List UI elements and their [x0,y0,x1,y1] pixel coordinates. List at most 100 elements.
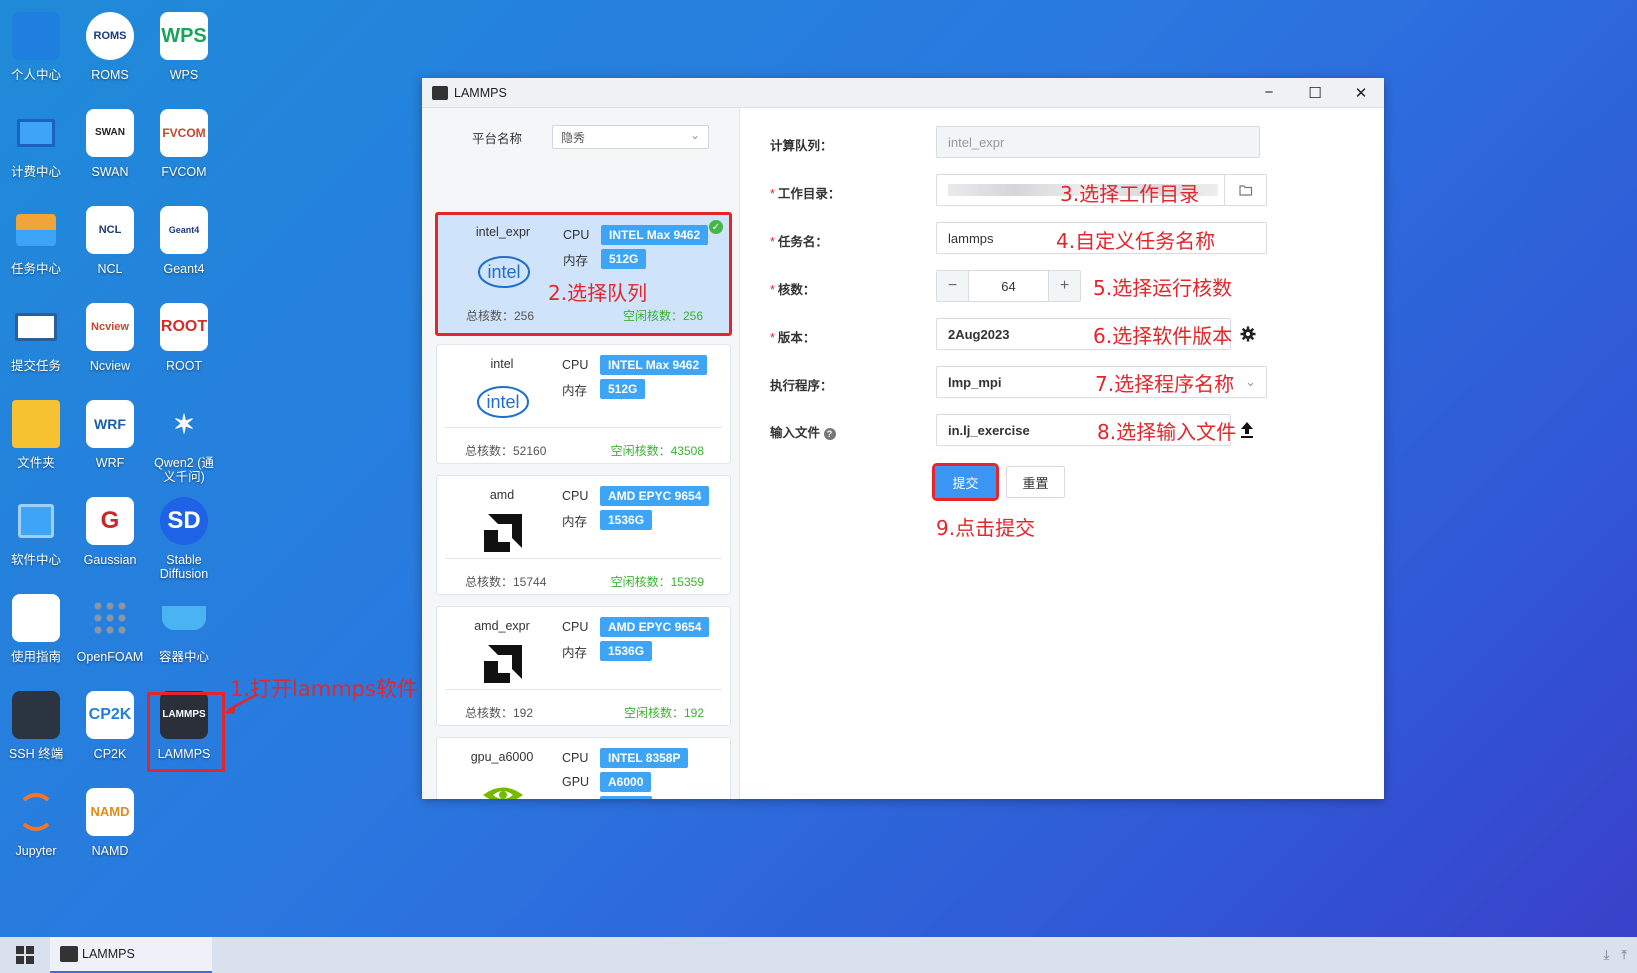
nvidia-logo [473,774,533,799]
desktop-icon-ncl[interactable]: NCL NCL [74,206,146,276]
reset-button[interactable]: 重置 [1006,466,1065,498]
idle-cores: 空闲核数：192 [623,706,704,720]
desktop-icon-root[interactable]: ROOT ROOT [148,303,220,373]
gear-icon[interactable] [1240,326,1256,342]
queue-card-intel[interactable]: intel intel CPU INTEL Max 9462 内存 512G 总核数：521… [436,344,731,464]
spec-badge: INTEL Max 9462 [601,225,709,245]
spec-key: 内存 [563,253,589,268]
desktop-icon-label: ROMS [91,68,129,82]
swan-icon: SWAN [86,109,134,157]
desktop-icon-software-center[interactable]: 软件中心 [0,497,72,567]
spec-key: 内存 [562,383,588,398]
desktop-icon-label: 提交任务 [10,359,61,373]
desktop-icon-openfoam[interactable]: OpenFOAM [74,594,146,664]
spec-row: 内存 512G [562,377,707,401]
desktop-icon-cp2k[interactable]: CP2K CP2K [74,691,146,761]
desktop-icon-geant4[interactable]: Geant4 Geant4 [148,206,220,276]
cores-label: * 核数： [770,283,816,297]
amd-logo [473,512,533,554]
queue-specs: CPU INTEL 8358P GPU A6000 内存1024G [562,746,689,800]
taskbar-item-lammps[interactable]: LAMMPS [50,937,212,973]
desktop-icon-monitor[interactable]: 计费中心 [0,109,72,179]
annotation-workdir: 3.选择工作目录 [1060,182,1200,206]
spec-key: CPU [562,489,589,503]
plus-button[interactable]: + [1048,271,1080,301]
intel-logo-icon: intel [477,386,529,418]
spec-key: 内存 [562,797,600,800]
desktop-icon-fvcom[interactable]: FVCOM FVCOM [148,109,220,179]
workdir-label: * 工作目录： [770,187,841,201]
desktop-icon-roms[interactable]: ROMS ROMS [74,12,146,82]
download-icon[interactable]: ⤓ [1604,947,1610,963]
queue-name: amd_expr [474,619,530,633]
spec-badge: 1536G [600,510,653,530]
desktop-icon-label: Qwen2 (通义千问) [154,456,214,484]
desktop-icon-qwen[interactable]: ✶ Qwen2 (通义千问) [148,400,220,484]
total-cores: 总核数：256 [466,309,535,323]
desktop-icon-label: Ncview [89,359,131,373]
taskbar: LAMMPS ⤓ ⤒ [0,937,1637,973]
upload-icon[interactable] [1240,421,1254,439]
desktop-icon-wrf[interactable]: WRF WRF [74,400,146,470]
queue-specs: CPU AMD EPYC 9654 内存 1536G [562,615,710,663]
spec-key: CPU [562,620,589,634]
spec-row: CPU AMD EPYC 9654 [562,615,710,639]
desktop-icon-swan[interactable]: SWAN SWAN [74,109,146,179]
desktop-icon-label: 个人中心 [10,68,61,82]
queue-card-intel_expr[interactable]: intel_expr intel CPU INTEL Max 9462 内存 512G 总核… [435,212,732,336]
desktop-icon-task-center[interactable]: 任务中心 [0,206,72,276]
total-cores: 总核数：52160 [465,444,547,458]
stable-diffusion-icon: SD [160,497,208,545]
queue-card-amd[interactable]: amd CPU AMD EPYC 9654 内存 1536G 总核数：15744 空闲核数：… [436,475,731,595]
help-icon[interactable]: ? [823,428,836,440]
card-divider [445,427,722,428]
desktop-icon-label: OpenFOAM [76,650,144,664]
platform-select[interactable]: 隐秀 ⌄ [552,125,710,149]
spec-badge: AMD EPYC 9654 [600,486,710,506]
intel-logo: intel [474,251,534,293]
desktop-icon-label: WRF [95,456,125,470]
desktop-icon-namd[interactable]: NAMD NAMD [74,788,146,858]
spec-row: 内存 512G [563,247,708,271]
gaussian-icon: G [86,497,134,545]
folder-icon-button[interactable] [1224,175,1267,205]
version-label: * 版本： [770,331,816,345]
maximize-button[interactable]: ☐ [1292,78,1338,108]
desktop-icon-gaussian[interactable]: G Gaussian [74,497,146,567]
spec-row: GPU A6000 [562,770,688,794]
job-form: 计算队列： intel_expr * 工作目录： 3.选择工作目录 * 任务名： l… [740,108,1384,799]
desktop-icon-terminal[interactable]: SSH 终端 [0,691,72,761]
desktop-icon-guide[interactable]: 使用指南 [0,594,72,664]
spec-key: 内存 [562,514,588,529]
queue-card-gpu_a6000[interactable]: gpu_a6000 CPU INTEL 8358P GPU A6000 内存1024G [436,737,731,799]
desktop-icon-jupyter[interactable]: Jupyter [0,788,72,858]
amd-logo [473,643,533,685]
close-button[interactable]: ✕ [1338,78,1384,108]
desktop-icon-docker[interactable]: 容器中心 [148,594,220,664]
queue-name: gpu_a6000 [470,750,534,764]
spec-row: CPU INTEL Max 9462 [563,223,709,247]
submit-button[interactable]: 提交 [932,463,999,501]
amd-logo-icon [484,645,522,683]
cores-stepper[interactable]: − 64 + [936,270,1081,302]
annotation-arrow [224,692,259,714]
queue-card-amd_expr[interactable]: amd_expr CPU AMD EPYC 9654 内存 1536G 总核数：192 空闲… [436,606,731,726]
start-button[interactable] [0,937,50,973]
desktop-icon-wps[interactable]: WPS WPS [148,12,220,82]
desktop-icon-ncview[interactable]: Ncview Ncview [74,303,146,373]
minimize-button[interactable]: − [1246,78,1292,108]
desktop-icon-folder[interactable]: 文件夹 [0,400,72,470]
minus-button[interactable]: − [937,271,969,301]
spec-row: CPU INTEL Max 9462 [562,353,708,377]
window-titlebar[interactable]: LAMMPS − ☐ ✕ [422,78,1384,108]
queue-field: intel_expr [936,126,1260,158]
upload-tray-icon[interactable]: ⤒ [1621,947,1627,963]
desktop-icon-stable-diffusion[interactable]: SD Stable Diffusion [148,497,220,581]
platform-row: 平台名称 隐秀 ⌄ [422,108,739,166]
spec-row: 内存 1536G [562,508,709,532]
queue-name: amd [489,488,515,502]
annotation-queue: 2.选择队列 [548,281,648,305]
desktop-icon-label: 文件夹 [17,456,55,470]
desktop-icon-laptop[interactable]: 提交任务 [0,303,72,373]
desktop-icon-id-card[interactable]: 个人中心 [0,12,72,82]
